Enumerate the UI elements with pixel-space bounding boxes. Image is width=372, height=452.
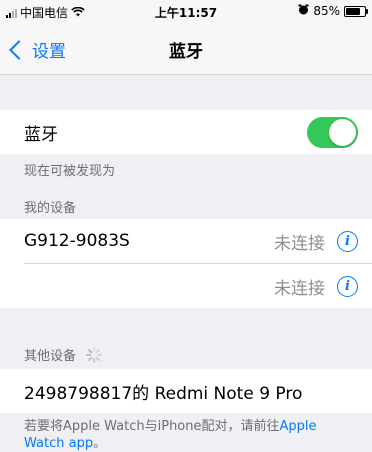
footer-note: 若要将Apple Watch与iPhone配对，请前往Apple Watch a… (24, 418, 358, 452)
footer-text: 若要将Apple Watch与iPhone配对，请前往 (24, 419, 280, 434)
loading-spinner-icon (86, 346, 103, 363)
spinner-spoke (97, 353, 103, 356)
spinner-spoke (95, 348, 101, 354)
info-icon[interactable]: i (337, 275, 358, 297)
bluetooth-label: 蓝牙 (24, 124, 58, 145)
other-devices-header: 其他设备 (24, 345, 103, 364)
device-row[interactable]: 2498798817的 Redmi Note 9 Pro (0, 369, 372, 413)
navigation-bar: 设置 蓝牙 (0, 22, 372, 75)
spinner-spoke (86, 353, 92, 356)
battery-percent: 85% (313, 4, 340, 18)
alarm-icon (298, 4, 309, 18)
page-title: 蓝牙 (169, 42, 203, 62)
device-name: G912-9083S (24, 231, 130, 251)
other-devices-list: 2498798817的 Redmi Note 9 Pro (0, 369, 372, 413)
other-devices-label: 其他设备 (24, 349, 77, 364)
device-status: 未连接 (274, 278, 325, 299)
toggle-knob (329, 118, 356, 146)
info-icon[interactable]: i (337, 230, 358, 252)
status-bar: 中国电信 上午11:57 85% (0, 0, 372, 22)
battery-icon (344, 5, 368, 17)
device-row[interactable]: 未连接 i (0, 264, 372, 308)
my-devices-header: 我的设备 (24, 201, 77, 216)
my-devices-list: G912-9083S 未连接 i 未连接 i (0, 219, 372, 308)
spinner-spoke (95, 355, 101, 361)
spinner-spoke (93, 346, 96, 352)
spinner-spoke (87, 355, 93, 361)
status-right: 85% (298, 4, 368, 18)
discoverable-text: 现在可被发现为 (24, 164, 116, 179)
bluetooth-toggle[interactable] (307, 116, 358, 148)
spinner-spoke (93, 357, 96, 363)
device-row[interactable]: G912-9083S 未连接 i (0, 219, 372, 263)
spinner-spoke (87, 348, 93, 354)
bluetooth-cell: 蓝牙 (0, 110, 372, 154)
device-status: 未连接 (274, 233, 325, 254)
device-name: 2498798817的 Redmi Note 9 Pro (24, 383, 303, 404)
footer-suffix: 。 (93, 436, 107, 451)
